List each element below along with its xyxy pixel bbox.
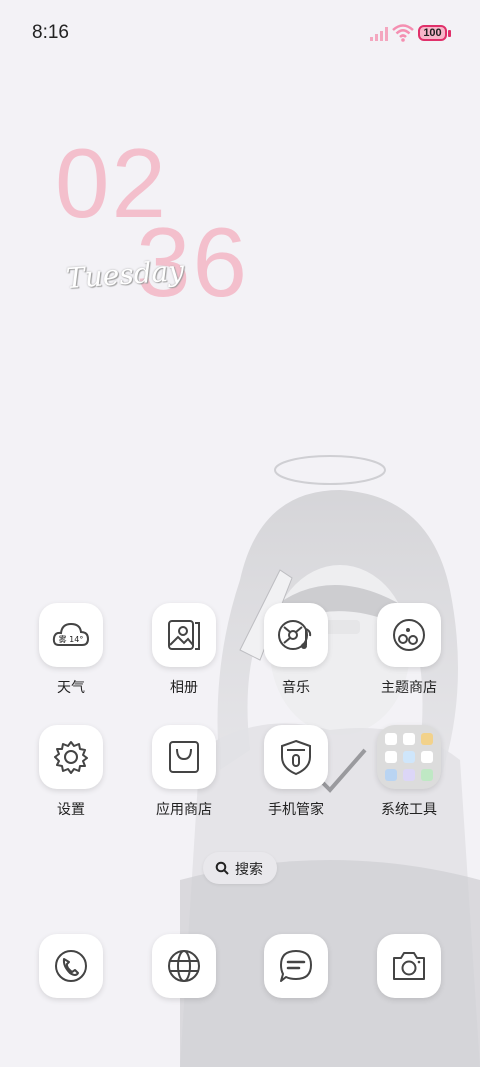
search-button[interactable]: 搜索 (203, 852, 277, 884)
weather-tile[interactable]: 雾 14° (39, 603, 103, 667)
app-phone[interactable] (21, 934, 121, 998)
gallery-tile[interactable] (152, 603, 216, 667)
app-label: 主题商店 (381, 680, 437, 696)
app-label: 手机管家 (268, 802, 324, 818)
camera-icon (393, 952, 425, 980)
status-bar: 8:16 100 (0, 0, 480, 66)
app-theme-store[interactable]: 主题商店 (359, 603, 459, 697)
app-browser[interactable] (134, 934, 234, 998)
system-tools-folder[interactable] (377, 725, 441, 789)
app-system-tools[interactable]: 系统工具 (359, 725, 459, 819)
weather-icon: 雾 14° (52, 622, 90, 646)
gear-icon (54, 741, 88, 774)
phone-icon (55, 950, 87, 982)
app-settings[interactable]: 设置 (21, 725, 121, 819)
signal-icon (370, 27, 388, 41)
battery-level: 100 (423, 27, 442, 39)
gallery-icon (168, 620, 200, 650)
messages-tile[interactable] (264, 934, 328, 998)
browser-icon (168, 950, 200, 982)
app-label: 天气 (57, 680, 85, 696)
app-label: 相册 (170, 680, 198, 696)
app-label: 音乐 (282, 680, 310, 696)
theme-store-icon (393, 619, 425, 651)
app-label: 设置 (57, 802, 85, 818)
shield-icon (281, 739, 311, 776)
app-app-store[interactable]: 应用商店 (134, 725, 234, 819)
app-camera[interactable] (359, 934, 459, 998)
app-gallery[interactable]: 相册 (134, 603, 234, 697)
message-icon (280, 950, 312, 982)
battery-indicator: 100 (418, 25, 452, 43)
app-store-tile[interactable] (152, 725, 216, 789)
status-time: 8:16 (32, 22, 69, 43)
music-tile[interactable] (264, 603, 328, 667)
app-messages[interactable] (246, 934, 346, 998)
camera-tile[interactable] (377, 934, 441, 998)
browser-tile[interactable] (152, 934, 216, 998)
weather-readout: 雾 14° (59, 635, 84, 644)
settings-tile[interactable] (39, 725, 103, 789)
music-icon (278, 620, 312, 650)
app-music[interactable]: 音乐 (246, 603, 346, 697)
theme-store-tile[interactable] (377, 603, 441, 667)
phone-manager-tile[interactable] (264, 725, 328, 789)
app-label: 系统工具 (381, 802, 437, 818)
wifi-icon (392, 24, 414, 42)
app-phone-manager[interactable]: 手机管家 (246, 725, 346, 819)
app-label: 应用商店 (156, 802, 212, 818)
app-store-icon (169, 741, 199, 773)
search-icon (215, 861, 229, 875)
search-label: 搜索 (235, 862, 263, 878)
phone-tile[interactable] (39, 934, 103, 998)
app-weather[interactable]: 雾 14° 天气 (21, 603, 121, 697)
